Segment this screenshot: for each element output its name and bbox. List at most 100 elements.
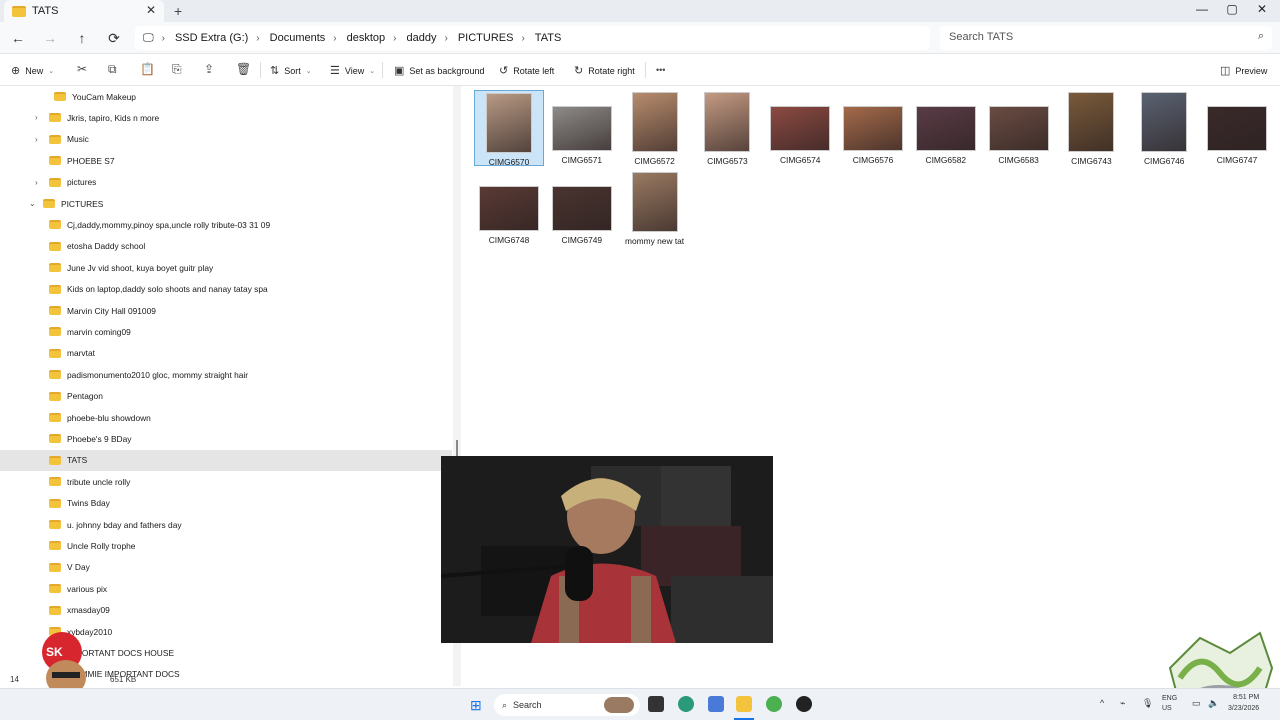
- forward-button[interactable]: →: [38, 28, 62, 48]
- nav-item[interactable]: padismonumento2010 gloc, mommy straight …: [0, 364, 452, 385]
- nav-item[interactable]: V Day: [0, 557, 452, 578]
- image-thumbnail: [551, 106, 612, 151]
- refresh-button[interactable]: ⟳: [102, 28, 126, 48]
- nav-item[interactable]: Kids on laptop,daddy solo shoots and nan…: [0, 279, 452, 300]
- image-thumbnail: [1141, 92, 1188, 152]
- file-item[interactable]: CIMG6747: [1202, 90, 1272, 165]
- tab-close-button[interactable]: ✕: [146, 3, 156, 17]
- volume-icon[interactable]: 🔈: [1208, 698, 1219, 709]
- minimize-button[interactable]: —: [1190, 2, 1214, 16]
- taskbar-search[interactable]: ⌕ Search: [494, 694, 640, 716]
- nav-item[interactable]: PHOEBE S7: [0, 150, 452, 171]
- rotate-left-button[interactable]: ↺ Rotate left: [499, 64, 554, 77]
- cut-icon[interactable]: ✂: [77, 62, 87, 76]
- rotate-right-icon: ↻: [574, 65, 584, 77]
- edge-icon[interactable]: [678, 696, 694, 712]
- search-placeholder: Search TATS: [949, 31, 1014, 43]
- file-item[interactable]: CIMG6572: [620, 90, 690, 166]
- show-hidden-icons-icon[interactable]: ^: [1100, 698, 1104, 708]
- breadcrumb-item[interactable]: Documents: [270, 32, 326, 44]
- nav-item[interactable]: June Jv vid shoot, kuya boyet guitr play: [0, 257, 452, 278]
- nav-item[interactable]: marvin coming09: [0, 321, 452, 342]
- microphone-icon[interactable]: 🎙: [1142, 698, 1153, 709]
- maximize-button[interactable]: ▢: [1220, 2, 1244, 16]
- breadcrumb-item[interactable]: daddy: [407, 32, 437, 44]
- close-window-button[interactable]: ✕: [1250, 2, 1274, 16]
- breadcrumb-item[interactable]: SSD Extra (G:): [175, 32, 248, 44]
- copy-icon[interactable]: ⧉: [108, 62, 117, 77]
- paste-icon[interactable]: 📋: [140, 62, 155, 76]
- nav-item[interactable]: Pentagon: [0, 386, 452, 407]
- rotate-right-button[interactable]: ↻ Rotate right: [574, 64, 635, 77]
- file-item[interactable]: CIMG6576: [838, 90, 908, 165]
- file-item[interactable]: CIMG6749: [547, 170, 617, 245]
- search-input[interactable]: Search TATS ⌕: [940, 26, 1272, 50]
- up-button[interactable]: ↑: [70, 28, 94, 48]
- nav-item[interactable]: xmasday09: [0, 600, 452, 621]
- nav-item[interactable]: tribute uncle rolly: [0, 471, 452, 492]
- nav-item[interactable]: TATS: [0, 449, 452, 471]
- nav-item[interactable]: Cj,daddy,mommy,pinoy spa,uncle rolly tri…: [0, 214, 452, 235]
- view-button[interactable]: ☰ View ⌄: [330, 64, 375, 77]
- new-tab-button[interactable]: +: [174, 3, 182, 19]
- nav-item[interactable]: ⌄ PICTURES: [0, 193, 452, 214]
- nav-item[interactable]: › pictures: [0, 172, 452, 193]
- nav-item[interactable]: etosha Daddy school: [0, 236, 452, 257]
- copilot-icon[interactable]: [708, 696, 724, 712]
- utorrent-icon[interactable]: [766, 696, 782, 712]
- folder-icon: [49, 348, 61, 358]
- display-icon[interactable]: ▭: [1192, 698, 1201, 709]
- new-button[interactable]: ⊕ New ⌄: [11, 64, 54, 77]
- file-item[interactable]: CIMG6582: [911, 90, 981, 165]
- nav-item[interactable]: phoebe-blu showdown: [0, 407, 452, 428]
- obs-icon[interactable]: [796, 696, 812, 712]
- sort-button[interactable]: ⇅ Sort ⌄: [270, 64, 312, 77]
- breadcrumb-item[interactable]: TATS: [535, 32, 561, 44]
- file-item[interactable]: CIMG6746: [1129, 90, 1199, 166]
- folder-icon: [49, 306, 61, 315]
- chevron-down-icon[interactable]: ⌄: [29, 199, 36, 208]
- nav-item[interactable]: various pix: [0, 578, 452, 599]
- network-icon[interactable]: ⌁: [1120, 698, 1125, 709]
- delete-icon[interactable]: 🗑: [236, 62, 251, 76]
- rotate-left-icon: ↺: [499, 65, 509, 77]
- file-item[interactable]: CIMG6571: [547, 90, 617, 165]
- rename-icon[interactable]: ⎘: [172, 62, 182, 77]
- clock[interactable]: 8:51 PM 3/23/2026: [1228, 692, 1259, 714]
- nav-item[interactable]: Twins Bday: [0, 493, 452, 514]
- file-item[interactable]: CIMG6573: [692, 90, 762, 166]
- breadcrumb[interactable]: 🖵 › SSD Extra (G:) › Documents › desktop › dad…: [135, 26, 930, 50]
- nav-item[interactable]: › Jkris, tapiro, Kids n more: [0, 107, 452, 128]
- chevron-right-icon[interactable]: ›: [35, 135, 38, 144]
- nav-item[interactable]: Phoebe's 9 BDay: [0, 428, 452, 449]
- set-as-background-button[interactable]: ▣ Set as background: [394, 64, 484, 77]
- this-pc-icon[interactable]: 🖵: [143, 32, 154, 45]
- file-item[interactable]: CIMG6570: [474, 90, 544, 167]
- file-item[interactable]: CIMG6748: [474, 170, 544, 245]
- breadcrumb-item[interactable]: PICTURES: [458, 32, 514, 44]
- task-view-icon[interactable]: [648, 696, 664, 712]
- back-button[interactable]: ←: [6, 28, 30, 48]
- nav-item[interactable]: Uncle Rolly trophe: [0, 535, 452, 556]
- nav-item[interactable]: YouCam Makeup: [0, 86, 452, 107]
- preview-button[interactable]: ◫ Preview: [1220, 64, 1267, 77]
- file-name: CIMG6582: [925, 155, 967, 165]
- breadcrumb-item[interactable]: desktop: [347, 32, 386, 44]
- chevron-right-icon[interactable]: ›: [35, 178, 38, 187]
- tab-tats[interactable]: TATS ✕: [4, 0, 164, 22]
- nav-item[interactable]: › Music: [0, 129, 452, 150]
- file-item[interactable]: CIMG6574: [765, 90, 835, 165]
- nav-item[interactable]: u. johnny bday and fathers day: [0, 514, 452, 535]
- folder-icon: [49, 134, 61, 144]
- file-item[interactable]: CIMG6743: [1056, 90, 1126, 166]
- chevron-right-icon[interactable]: ›: [35, 113, 38, 122]
- file-explorer-icon[interactable]: [736, 696, 752, 712]
- nav-item[interactable]: marvtat: [0, 343, 452, 364]
- input-language[interactable]: ENG US: [1162, 694, 1177, 714]
- file-item[interactable]: CIMG6583: [984, 90, 1054, 165]
- nav-item[interactable]: Marvin City Hall 091009: [0, 300, 452, 321]
- file-item[interactable]: mommy new tat: [620, 170, 690, 246]
- more-options-button[interactable]: •••: [656, 65, 665, 75]
- start-icon[interactable]: ⊞: [470, 697, 482, 714]
- share-icon[interactable]: ⇪: [204, 62, 214, 76]
